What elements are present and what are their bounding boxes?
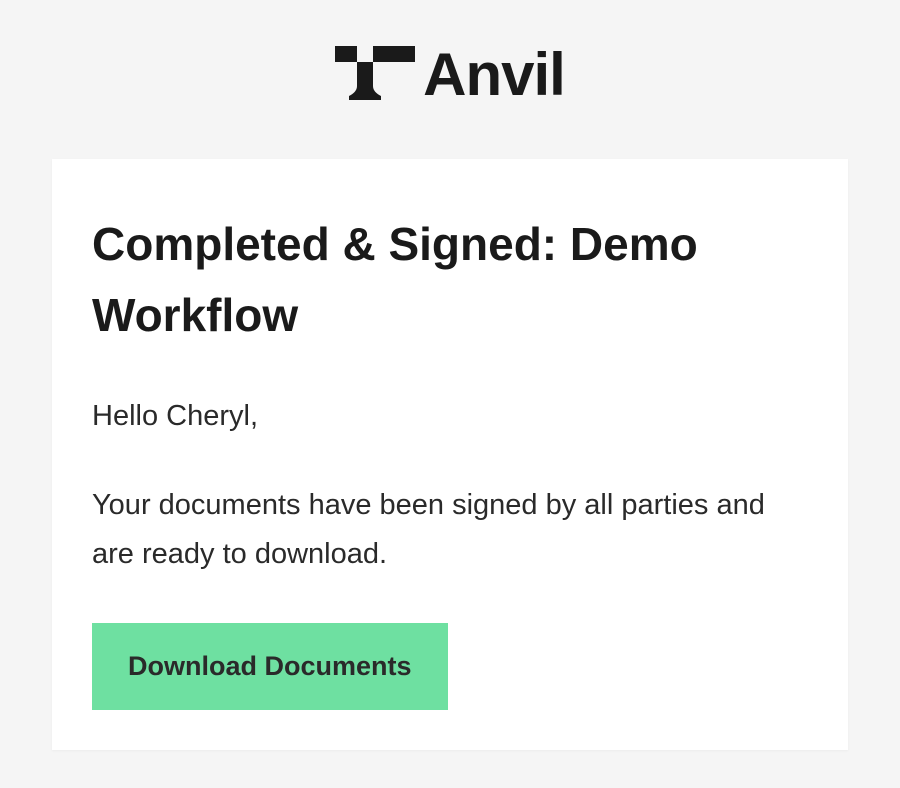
logo-container: Anvil — [0, 40, 900, 109]
card-title: Completed & Signed: Demo Workflow — [92, 209, 808, 352]
greeting-text: Hello Cheryl, — [92, 400, 808, 433]
download-documents-button[interactable]: Download Documents — [92, 623, 448, 710]
brand-logo: Anvil — [335, 40, 565, 109]
brand-name: Anvil — [423, 40, 565, 109]
notification-card: Completed & Signed: Demo Workflow Hello … — [52, 159, 848, 750]
body-text: Your documents have been signed by all p… — [92, 481, 808, 580]
anvil-logo-icon — [335, 42, 415, 107]
